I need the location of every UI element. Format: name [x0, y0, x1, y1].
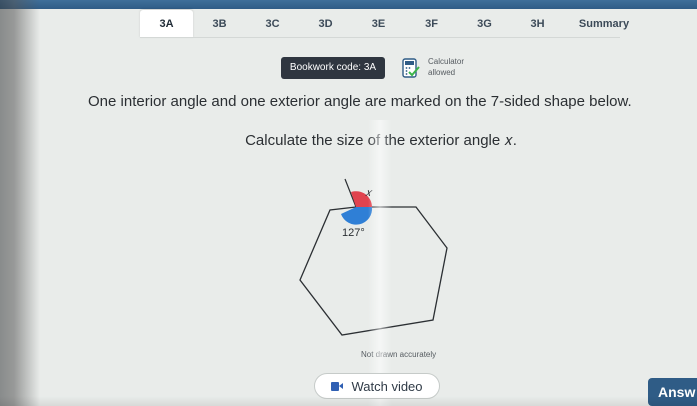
video-camera-icon	[331, 381, 344, 391]
question-text: One interior angle and one exterior angl…	[88, 93, 632, 110]
heptagon-diagram: 𝑥 127°	[299, 178, 448, 336]
tab-3b[interactable]: 3B	[193, 10, 246, 38]
bottom-shadow	[0, 396, 697, 406]
watch-video-label: Watch video	[351, 378, 423, 394]
tab-3h[interactable]: 3H	[511, 10, 564, 38]
calculator-status: allowed	[428, 68, 456, 77]
left-edge-shadow	[0, 0, 40, 406]
top-bar	[0, 0, 697, 9]
tab-3f[interactable]: 3F	[405, 10, 458, 38]
instruction-text: Calculate the size of the exterior angle…	[245, 132, 517, 149]
tab-3e[interactable]: 3E	[352, 10, 405, 38]
calculator-icon	[402, 58, 420, 78]
calculator-allowed-text: Calculator allowed	[428, 56, 464, 78]
tab-3d[interactable]: 3D	[299, 10, 352, 38]
tab-3a[interactable]: 3A	[140, 10, 193, 38]
tab-3c[interactable]: 3C	[246, 10, 299, 38]
heptagon-shape	[299, 206, 448, 336]
tab-summary[interactable]: Summary	[564, 10, 644, 38]
calculator-label: Calculator	[428, 57, 465, 66]
interior-angle-label: 127°	[342, 227, 365, 239]
interior-angle-marker	[341, 207, 373, 225]
tab-bar: 3A 3B 3C 3D 3E 3F 3G 3H Summary	[140, 10, 644, 38]
tab-3g[interactable]: 3G	[458, 10, 511, 38]
tab-divider	[140, 37, 620, 38]
bookwork-code-badge: Bookwork code: 3A	[281, 57, 385, 79]
not-drawn-accurately-note: Not drawn accurately	[361, 350, 437, 359]
exterior-angle-label: 𝑥	[365, 187, 373, 199]
